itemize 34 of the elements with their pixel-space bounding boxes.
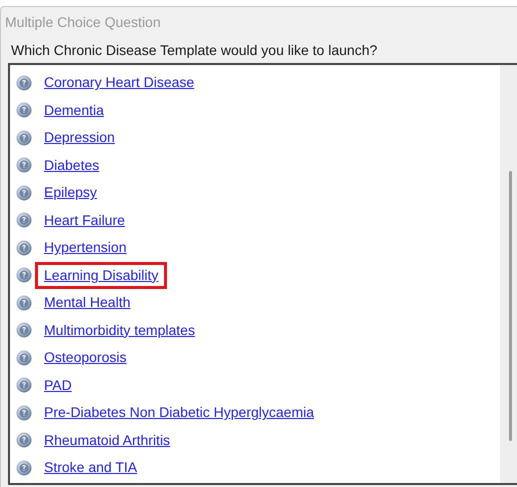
template-link[interactable]: Dementia: [35, 96, 113, 124]
template-link[interactable]: Depression: [35, 124, 124, 152]
question-mark-icon: [16, 157, 32, 174]
question-mark-icon: [16, 240, 32, 256]
question-mark-icon: [16, 432, 32, 448]
question-mark-icon: [16, 184, 32, 201]
scrollbar[interactable]: [500, 65, 517, 483]
question-mark-icon: [16, 460, 32, 476]
question-mark-icon: [16, 212, 32, 228]
template-link[interactable]: Stroke and TIA: [35, 454, 146, 482]
scrollbar-thumb[interactable]: [509, 171, 512, 441]
template-link[interactable]: Hypertension: [35, 234, 136, 262]
question-mark-icon: [16, 294, 32, 311]
window-title: Multiple Choice Question: [5, 12, 161, 32]
template-link[interactable]: Heart Failure: [35, 206, 134, 234]
template-link[interactable]: Osteoporosis: [35, 344, 136, 372]
question-mark-icon: [16, 267, 32, 284]
question-mark-icon: [16, 322, 32, 338]
question-mark-icon: [16, 350, 32, 366]
template-link[interactable]: PAD: [35, 372, 81, 399]
template-link[interactable]: Pre-Diabetes Non Diabetic Hyperglycaemia: [35, 399, 324, 426]
template-link[interactable]: Multimorbidity templates: [35, 316, 204, 344]
question-mark-icon: [16, 404, 32, 421]
question-mark-icon: [16, 74, 32, 91]
template-link[interactable]: Learning Disability: [35, 262, 168, 289]
template-link[interactable]: Epilepsy: [35, 179, 106, 206]
template-link[interactable]: Rheumatoid Arthritis: [35, 426, 180, 454]
question-text: Which Chronic Disease Template would you like to launch?: [11, 40, 378, 60]
template-link[interactable]: Diabetes: [35, 152, 108, 179]
question-mark-icon: [16, 130, 32, 146]
question-mark-icon: [16, 377, 32, 394]
template-link[interactable]: Coronary Heart Disease: [35, 69, 204, 96]
question-mark-icon: [16, 102, 32, 118]
template-link[interactable]: Mental Health: [35, 289, 140, 316]
